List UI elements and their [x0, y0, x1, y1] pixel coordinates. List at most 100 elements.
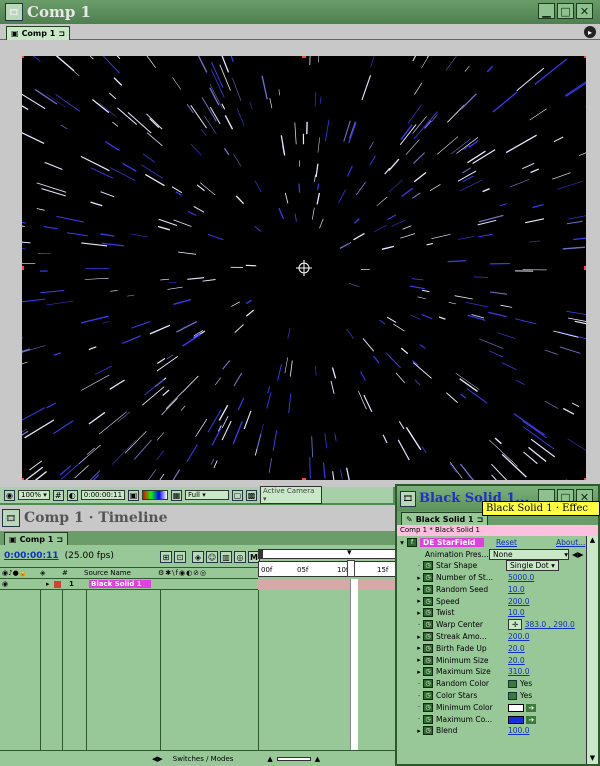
color-swatch[interactable]	[508, 715, 524, 724]
roi-icon[interactable]: ▢	[232, 489, 244, 501]
property-value[interactable]: 200.0	[508, 597, 529, 606]
property-expand-icon[interactable]: ·	[415, 680, 423, 688]
property-expand-icon[interactable]: ·	[415, 562, 423, 570]
effect-toggle-icon[interactable]: f	[407, 538, 417, 547]
stopwatch-icon[interactable]: ◷	[423, 702, 433, 712]
effect-property-row[interactable]: ▸ ◷ Birth Fade Up 20.0	[397, 643, 584, 655]
zoom-out-icon[interactable]: ▲	[267, 755, 272, 763]
stopwatch-icon[interactable]: ◷	[423, 620, 433, 630]
layer-visibility-icon[interactable]: ◉	[0, 580, 46, 588]
effect-reset[interactable]: Reset	[496, 538, 542, 547]
property-expand-icon[interactable]: ▸	[415, 633, 423, 641]
stopwatch-icon[interactable]: ◷	[423, 608, 433, 618]
tab-close-icon[interactable]: ⊐	[58, 29, 65, 38]
layer-source-name[interactable]: Black Solid 1	[89, 580, 151, 588]
property-expand-icon[interactable]: ·	[415, 703, 423, 711]
channel-color-icon[interactable]	[142, 490, 169, 500]
property-color-swatch[interactable]: ➔	[508, 703, 537, 712]
stopwatch-icon[interactable]: ◷	[423, 573, 433, 583]
color-swatch[interactable]	[508, 703, 524, 712]
zoom-slider[interactable]	[276, 756, 311, 761]
property-checkbox[interactable]: Yes	[508, 679, 532, 689]
property-expand-icon[interactable]: ▸	[415, 656, 423, 664]
eyedropper-icon[interactable]: ➔	[526, 715, 537, 724]
checkbox-box[interactable]	[508, 680, 517, 689]
panel-menu-icon[interactable]: ▸	[584, 26, 596, 38]
layer-handle[interactable]	[22, 478, 24, 480]
effect-property-row[interactable]: ▸ ◷ Random Seed 10.0	[397, 584, 584, 596]
minimize-button[interactable]: ▁	[538, 3, 555, 19]
crosshair-icon[interactable]: ✛	[508, 619, 523, 631]
tab-effects[interactable]: ✎ Black Solid 1 ⊐	[401, 512, 489, 525]
layer-handle[interactable]	[584, 266, 586, 270]
zoom-in-icon[interactable]: ▲	[315, 755, 320, 763]
property-expand-icon[interactable]: ▸	[415, 574, 423, 582]
navigator-current-time-icon[interactable]: ▾	[347, 548, 352, 558]
zoom-dropdown[interactable]: 100% ▾	[18, 490, 50, 500]
camera-dropdown[interactable]: Active Camera ▾	[260, 486, 323, 504]
layer-handle[interactable]	[584, 56, 586, 58]
effect-property-row[interactable]: ▸ ◷ Blend 100.0	[397, 725, 584, 737]
layer-label-color[interactable]	[54, 580, 61, 588]
hide-shy-icon[interactable]: ☺	[206, 551, 218, 563]
snapshot-icon[interactable]: ◐	[66, 489, 78, 501]
layer-handle[interactable]	[302, 478, 306, 480]
current-time-indicator[interactable]	[347, 560, 355, 577]
stopwatch-icon[interactable]: ◷	[423, 584, 433, 594]
preset-next-icon[interactable]: ▶	[578, 550, 584, 559]
effect-property-row[interactable]: · ◷ Warp Center ✛ 383.0 , 290.0	[397, 619, 584, 631]
tab-comp1[interactable]: ▣ Comp 1 ⊐	[6, 26, 71, 40]
motion-blur-icon[interactable]: ◎	[234, 551, 246, 563]
property-value[interactable]: 100.0	[508, 726, 529, 735]
layer-handle[interactable]	[584, 478, 586, 480]
property-value[interactable]: 5000.0	[508, 573, 534, 582]
property-expand-icon[interactable]: ▸	[415, 644, 423, 652]
timeline-titlebar[interactable]: 🎞 Comp 1 · Timeline	[0, 505, 400, 531]
animation-presets-dropdown[interactable]: None ▾	[489, 549, 569, 560]
effect-property-row[interactable]: ▸ ◷ Number of St... 5000.0	[397, 572, 584, 584]
layer-bar[interactable]	[258, 579, 400, 590]
timeline-timecode[interactable]: 0:00:00:11	[4, 551, 59, 561]
draft3d-icon[interactable]: ◈	[192, 551, 204, 563]
property-value[interactable]: 20.0	[508, 656, 525, 665]
camera-icon[interactable]: ▣	[128, 489, 140, 501]
property-expand-icon[interactable]: ▸	[415, 597, 423, 605]
grid-icon[interactable]: #	[52, 489, 64, 501]
property-value[interactable]: 310.0	[508, 667, 529, 676]
effect-name[interactable]: DE StarField	[420, 538, 484, 547]
scroll-up-icon[interactable]: ▲	[587, 536, 598, 546]
stopwatch-icon[interactable]: ◷	[423, 726, 433, 736]
effect-property-row[interactable]: ▸ ◷ Minimum Size 20.0	[397, 654, 584, 666]
eyedropper-icon[interactable]: ➔	[526, 703, 537, 712]
checkbox-box[interactable]	[508, 692, 517, 701]
property-expand-icon[interactable]: ▸	[415, 609, 423, 617]
stopwatch-icon[interactable]: ◷	[423, 691, 433, 701]
effect-property-row[interactable]: · ◷ Maximum Co... ➔	[397, 713, 584, 725]
tab-timeline-comp1[interactable]: ▣ Comp 1 ⊐	[4, 532, 69, 545]
stopwatch-icon[interactable]: ◷	[423, 643, 433, 653]
stopwatch-icon[interactable]: ◷	[423, 655, 433, 665]
navigator-start-handle[interactable]	[259, 550, 263, 558]
property-dropdown[interactable]: Single Dot ▾	[506, 560, 559, 572]
effect-property-row[interactable]: · ◷ Random Color Yes	[397, 678, 584, 690]
scroll-left-icon[interactable]: ◀▶	[152, 755, 163, 763]
effect-property-row[interactable]: · ◷ Minimum Color ➔	[397, 702, 584, 714]
effect-property-row[interactable]: ▸ ◷ Maximum Size 310.0	[397, 666, 584, 678]
time-ruler[interactable]: 00f 05f 10f 15f	[258, 560, 400, 577]
resolution-dropdown[interactable]: Full ▾	[185, 490, 230, 500]
property-value[interactable]: 10.0	[508, 585, 525, 594]
property-expand-icon[interactable]: ·	[415, 715, 423, 723]
stopwatch-icon[interactable]: ◷	[423, 679, 433, 689]
region-icon[interactable]: ▦	[171, 489, 183, 501]
tab-timeline-close-icon[interactable]: ⊐	[56, 535, 63, 544]
close-button[interactable]: ✕	[576, 3, 593, 19]
transparency-grid-icon[interactable]: ▩	[246, 489, 258, 501]
effect-property-row[interactable]: · ◷ Star Shape Single Dot ▾	[397, 560, 584, 572]
property-color-swatch[interactable]: ➔	[508, 715, 537, 724]
property-checkbox[interactable]: Yes	[508, 691, 532, 701]
property-expand-icon[interactable]: ▸	[415, 727, 423, 735]
property-expand-icon[interactable]: ▸	[415, 585, 423, 593]
maximize-button[interactable]: □	[557, 3, 574, 19]
stopwatch-icon[interactable]: ◷	[423, 561, 433, 571]
effect-header-row[interactable]: ▾ f DE StarField Reset About...	[397, 537, 586, 548]
